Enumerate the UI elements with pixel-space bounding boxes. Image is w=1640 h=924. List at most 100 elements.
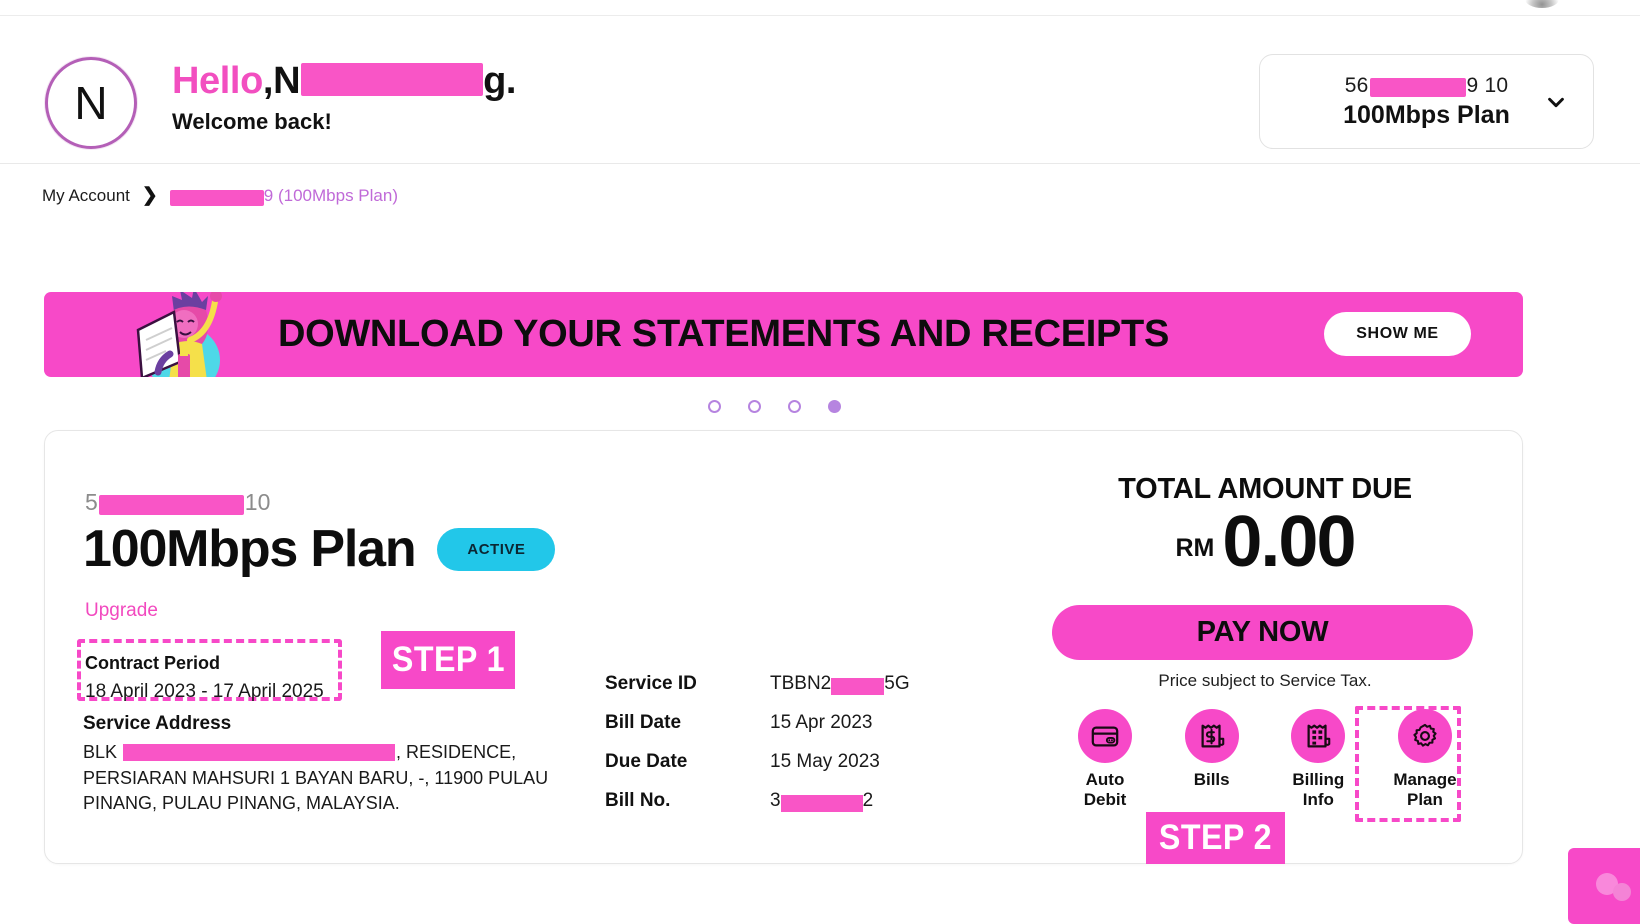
greeting-name-prefix: N — [273, 60, 301, 102]
billing-info-icon — [1291, 709, 1346, 763]
label-line-1: Bills — [1193, 770, 1230, 789]
quick-action-billing-info[interactable]: Billing Info — [1268, 709, 1368, 811]
carousel-dot-1[interactable] — [708, 399, 721, 413]
quick-action-label: Auto Debit — [1084, 770, 1127, 811]
carousel-dot-4-active[interactable] — [828, 399, 841, 413]
redacted-address — [123, 744, 396, 761]
tax-note: Price subject to Service Tax. — [1158, 671, 1372, 690]
redacted-name — [301, 63, 484, 96]
info-key-bill-no: Bill No. — [605, 790, 671, 811]
info-value-due-date: 15 May 2023 — [770, 751, 880, 772]
account-number-suffix: 9 10 — [1466, 73, 1509, 97]
quick-action-label: Bills — [1194, 770, 1230, 790]
table-row: Service ID TBBN2 5G — [605, 673, 945, 695]
info-value-bill-no: 32 — [770, 790, 873, 812]
service-address-label: Service Address — [83, 713, 232, 734]
quick-action-manage-plan[interactable]: Manage Plan — [1375, 709, 1475, 811]
label-line-2: Info — [1302, 790, 1334, 810]
chat-bubbles-icon — [1596, 873, 1631, 901]
total-amount-due-value: RM 0.00 — [1055, 502, 1475, 582]
upgrade-link[interactable]: Upgrade — [85, 600, 158, 622]
bill-info-table: Service ID TBBN2 5G Bill Date 15 Apr 2023… — [605, 673, 945, 829]
contract-period-label: Contract Period — [85, 653, 221, 673]
pay-now-button[interactable]: PAY NOW — [1052, 605, 1473, 660]
info-key-service-id: Service ID — [605, 673, 697, 694]
account-selector-plan: 100Mbps Plan — [1343, 100, 1510, 129]
service-id-suffix: 5G — [884, 673, 910, 694]
account-selector[interactable]: 56 9 10 100Mbps Plan — [1259, 54, 1594, 149]
address-line2: PERSIARAN MAHSURI 1 BAYAN BARU, -, 11900… — [83, 767, 549, 788]
page-root: N Hello , N g. Welcome back! 56 9 10 100… — [0, 0, 1640, 924]
carousel-dot-2[interactable] — [748, 399, 761, 413]
step-2-annotation: STEP 2 — [1146, 812, 1285, 864]
page-header: N Hello , N g. Welcome back! 56 9 10 100… — [0, 17, 1640, 164]
welcome-text: Welcome back! — [172, 109, 332, 134]
quick-action-label: Manage Plan — [1393, 770, 1456, 811]
plan-summary-card: 5 10 100Mbps Plan ACTIVE Upgrade Contrac… — [44, 430, 1523, 864]
table-row: Bill No. 32 — [605, 790, 945, 812]
redacted-service-id — [831, 677, 885, 695]
info-key-due-date: Due Date — [605, 751, 688, 772]
quick-actions-row: Auto Debit Bills Billing Info Manage Pla… — [1055, 709, 1475, 811]
status-badge: ACTIVE — [437, 527, 556, 571]
table-row: Bill Date 15 Apr 2023 — [605, 712, 945, 734]
info-value-service-id: TBBN2 5G — [770, 673, 910, 695]
label-line-1: Manage — [1393, 770, 1457, 789]
greeting-line: Hello , N g. — [172, 60, 517, 103]
bill-no-suffix: 2 — [862, 790, 874, 811]
breadcrumb-current: 9 (100Mbps Plan) — [169, 185, 398, 206]
label-line-1: Auto — [1085, 770, 1125, 789]
currency-label: RM — [1175, 534, 1215, 563]
amount-value: 0.00 — [1222, 502, 1356, 582]
service-address-value: BLK , RESIDENCE, PERSIARAN MAHSURI 1 BAY… — [83, 740, 573, 817]
step-2-label: STEP 2 — [1158, 818, 1273, 857]
greeting-comma: , — [262, 60, 274, 102]
greeting-name-suffix: g. — [483, 60, 517, 102]
quick-action-label: Billing Info — [1292, 770, 1344, 811]
info-key-bill-date: Bill Date — [605, 712, 682, 733]
credit-card-icon — [1078, 709, 1132, 763]
account-number-prefix: 56 — [1344, 73, 1369, 97]
banner-title: DOWNLOAD YOUR STATEMENTS AND RECEIPTS — [277, 313, 1170, 355]
chat-support-widget[interactable] — [1568, 848, 1640, 924]
info-value-bill-date: 15 Apr 2023 — [770, 712, 873, 733]
carousel-dot-3[interactable] — [788, 399, 801, 413]
label-line-1: Billing — [1292, 770, 1345, 789]
avatar: N — [45, 57, 137, 149]
step-1-annotation: STEP 1 — [381, 631, 515, 689]
label-line-2: Debit — [1083, 790, 1127, 810]
redacted-bill-no — [780, 794, 863, 812]
address-line3: PINANG, PULAU PINANG, MALAYSIA. — [83, 793, 400, 814]
breadcrumb-home-link[interactable]: My Account — [42, 186, 130, 206]
bill-no-prefix: 3 — [770, 790, 781, 811]
quick-action-auto-debit[interactable]: Auto Debit — [1055, 709, 1155, 811]
breadcrumb-current-label: 9 (100Mbps Plan) — [263, 185, 398, 205]
breadcrumb: My Account ❯ 9 (100Mbps Plan) — [42, 184, 398, 207]
label-line-2: Plan — [1407, 790, 1443, 810]
chevron-down-icon[interactable] — [1545, 91, 1567, 113]
card-account-prefix: 5 — [85, 489, 98, 515]
redacted-card-account — [98, 494, 244, 515]
top-edge-artifact — [1525, 0, 1559, 8]
contract-period-value: 18 April 2023 - 17 April 2025 — [85, 681, 324, 702]
avatar-initial: N — [74, 77, 108, 129]
address-prefix: BLK — [83, 742, 118, 762]
table-row: Due Date 15 May 2023 — [605, 751, 945, 773]
step-1-label: STEP 1 — [391, 640, 505, 679]
card-account-number: 5 10 — [85, 489, 270, 516]
redacted-account-number — [1369, 78, 1466, 97]
card-account-suffix: 10 — [244, 489, 271, 515]
redacted-breadcrumb-account — [169, 189, 264, 206]
address-suffix: , RESIDENCE, — [396, 742, 517, 762]
service-id-prefix: TBBN2 — [770, 673, 832, 694]
quick-action-bills[interactable]: Bills — [1162, 709, 1262, 790]
browser-top-strip — [0, 0, 1640, 16]
plan-name-row: 100Mbps Plan ACTIVE — [83, 519, 556, 579]
bill-dollar-icon — [1184, 709, 1239, 763]
show-me-button[interactable]: SHOW ME — [1324, 312, 1471, 356]
account-selector-number: 56 9 10 — [1345, 74, 1508, 98]
carousel-dots — [708, 399, 850, 413]
greeting-hello: Hello — [172, 60, 263, 102]
promo-banner[interactable]: DOWNLOAD YOUR STATEMENTS AND RECEIPTS SH… — [44, 292, 1523, 377]
plan-name: 100Mbps Plan — [83, 520, 417, 578]
